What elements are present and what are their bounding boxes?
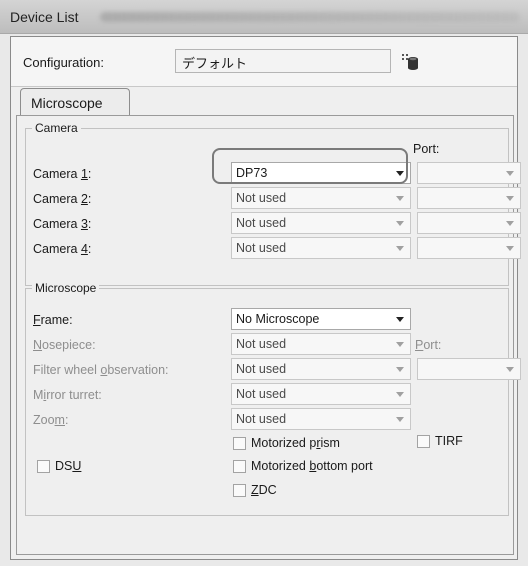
chevron-down-icon xyxy=(396,417,404,422)
nosepiece-select[interactable]: Not used xyxy=(231,333,411,355)
motorized-prism-checkbox[interactable] xyxy=(233,437,246,450)
nosepiece-label: Nosepiece: xyxy=(33,338,96,352)
camera-3-port-select[interactable] xyxy=(417,212,521,234)
configuration-label: Configuration: xyxy=(23,55,104,70)
chevron-down-icon xyxy=(396,342,404,347)
motorized-bottom-port-label: Motorized bottom port xyxy=(251,459,373,473)
chevron-down-icon xyxy=(396,221,404,226)
zdc-label: ZDC xyxy=(251,483,277,497)
chevron-down-icon xyxy=(396,392,404,397)
chevron-down-icon xyxy=(396,246,404,251)
window-title: Device List xyxy=(10,9,79,25)
frame-label: Frame: xyxy=(33,313,73,327)
microscope-port-label: Port: xyxy=(415,338,442,352)
chevron-down-icon xyxy=(396,196,404,201)
tab-microscope[interactable]: Microscope xyxy=(20,88,130,116)
camera-2-select[interactable]: Not used xyxy=(231,187,411,209)
filter-wheel-label: Filter wheel observation: xyxy=(33,363,169,377)
title-subtitle-blurred xyxy=(100,12,520,22)
camera-2-label: Camera 2: xyxy=(33,192,92,206)
camera-4-label: Camera 4: xyxy=(33,242,92,256)
camera-1-highlight-callout xyxy=(212,148,408,184)
chevron-down-icon xyxy=(396,367,404,372)
camera-3-select[interactable]: Not used xyxy=(231,212,411,234)
dialog-frame: Configuration: デフォルト Microscope Camera P… xyxy=(10,36,521,560)
microscope-group-title: Microscope xyxy=(32,281,100,295)
tirf-checkbox[interactable] xyxy=(417,435,430,448)
tab-microscope-label: Microscope xyxy=(31,95,103,111)
camera-1-label: Camera 1: xyxy=(33,167,92,181)
camera-1-port-select[interactable] xyxy=(417,162,521,184)
chevron-down-icon xyxy=(396,317,404,322)
chevron-down-icon xyxy=(506,246,514,251)
tirf-label: TIRF xyxy=(435,434,463,448)
configuration-field[interactable]: デフォルト xyxy=(175,49,391,73)
mirror-turret-select[interactable]: Not used xyxy=(231,383,411,405)
camera-2-port-select[interactable] xyxy=(417,187,521,209)
chevron-down-icon xyxy=(506,221,514,226)
zdc-checkbox[interactable] xyxy=(233,484,246,497)
camera-port-header: Port: xyxy=(413,142,440,156)
motorized-bottom-port-checkbox[interactable] xyxy=(233,460,246,473)
zoom-label: Zoom: xyxy=(33,413,69,427)
mirror-turret-label: Mirror turret: xyxy=(33,388,102,402)
chevron-down-icon xyxy=(506,171,514,176)
dsu-label: DSU xyxy=(55,459,82,473)
camera-3-label: Camera 3: xyxy=(33,217,92,231)
device-list-window: Device List Configuration: デフォルト Microsc… xyxy=(0,0,528,566)
camera-group-title: Camera xyxy=(32,121,81,135)
chevron-down-icon xyxy=(506,196,514,201)
zoom-select[interactable]: Not used xyxy=(231,408,411,430)
title-bar: Device List xyxy=(0,0,528,34)
chevron-down-icon xyxy=(506,367,514,372)
motorized-prism-label: Motorized prism xyxy=(251,436,340,450)
filter-wheel-select[interactable]: Not used xyxy=(231,358,411,380)
configuration-row: Configuration: デフォルト xyxy=(11,37,517,87)
camera-4-select[interactable]: Not used xyxy=(231,237,411,259)
database-settings-icon[interactable] xyxy=(401,53,421,71)
frame-select[interactable]: No Microscope xyxy=(231,308,411,330)
dsu-checkbox[interactable] xyxy=(37,460,50,473)
filter-wheel-port-select[interactable] xyxy=(417,358,521,380)
camera-4-port-select[interactable] xyxy=(417,237,521,259)
